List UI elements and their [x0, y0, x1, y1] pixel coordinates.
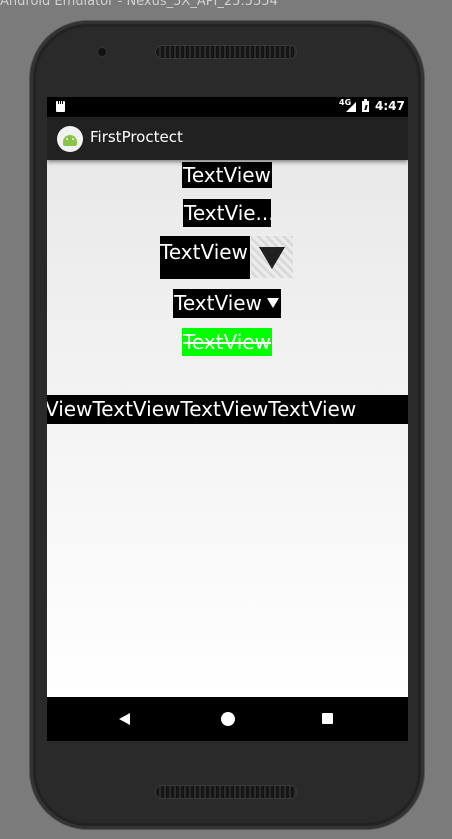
top-speaker — [156, 46, 296, 58]
bottom-speaker — [156, 786, 296, 798]
status-bar: 4G 4:47 — [47, 97, 408, 117]
textview-with-small-drawable: TextView — [173, 289, 281, 318]
app-bar: FirstProctect — [47, 117, 408, 160]
textview-strikethrough: TextView — [182, 328, 272, 356]
status-clock: 4:47 — [375, 99, 405, 113]
drawable-right — [251, 236, 293, 278]
battery-charging-icon — [362, 99, 369, 112]
sd-card-icon — [56, 101, 65, 112]
home-icon[interactable] — [221, 712, 235, 726]
front-camera — [98, 48, 106, 56]
activity-content: TextView TextVie... TextView TextView Te… — [47, 160, 408, 697]
textview-marquee: ViewTextViewTextViewTextView — [47, 395, 408, 424]
device-screen: 4G 4:47 FirstProctect TextView TextVie..… — [47, 97, 408, 741]
signal-icon — [346, 102, 356, 112]
recents-icon[interactable] — [322, 713, 333, 724]
app-title: FirstProctect — [90, 128, 183, 146]
app-launcher-icon — [57, 126, 83, 152]
triangle-down-icon — [259, 247, 285, 269]
textview-with-drawable: TextView — [160, 236, 250, 279]
navigation-bar — [47, 697, 408, 741]
triangle-down-icon — [267, 298, 279, 308]
emulator-window-title: Android Emulator - Nexus_5X_API_25:5554 — [0, 0, 278, 9]
back-icon[interactable] — [119, 713, 130, 725]
textview-1: TextView — [182, 162, 272, 188]
android-robot-icon — [63, 135, 77, 146]
textview-ellipsized: TextVie... — [183, 199, 271, 227]
